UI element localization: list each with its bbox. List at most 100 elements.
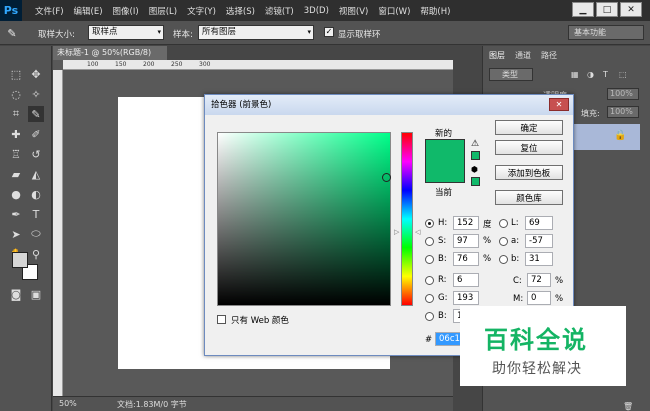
shape-filter-icon[interactable]: ⬚	[619, 70, 627, 79]
crop-icon[interactable]: ⌗	[8, 106, 24, 122]
close-window-button[interactable]: ✕	[620, 2, 642, 17]
menu-file[interactable]: 文件(F)	[30, 5, 69, 17]
pen-icon[interactable]: ✒	[8, 206, 24, 222]
move-icon[interactable]: ✥	[28, 66, 44, 82]
warning-icon[interactable]: ⚠	[471, 139, 479, 149]
radio-l[interactable]	[499, 219, 508, 228]
workspace-select[interactable]: 基本功能	[568, 25, 644, 40]
menu-image[interactable]: 图像(I)	[108, 5, 144, 17]
reset-button[interactable]: 复位	[495, 140, 563, 155]
ruler-tick: 150	[115, 61, 127, 68]
image-filter-icon[interactable]: ▦	[571, 70, 579, 79]
menu-filter[interactable]: 滤镜(T)	[260, 5, 299, 17]
shape-icon[interactable]: ⬭	[28, 226, 44, 242]
g-label: G:	[438, 293, 448, 303]
stamp-icon[interactable]: ♖	[8, 146, 24, 162]
radio-s[interactable]	[425, 237, 434, 246]
menu-type[interactable]: 文字(Y)	[182, 5, 221, 17]
fill-field[interactable]: 100%	[607, 106, 639, 118]
path-select-icon[interactable]: ➤	[8, 226, 24, 242]
s-unit: %	[483, 236, 492, 246]
web-safe-swatch[interactable]	[471, 177, 480, 186]
document-tab[interactable]: 未标题-1 @ 50%(RGB/8)	[53, 46, 167, 60]
r-label: R:	[438, 275, 447, 285]
menu-3d[interactable]: 3D(D)	[299, 6, 334, 16]
blur-icon[interactable]: ●	[8, 186, 24, 202]
eyedropper-icon[interactable]: ✎	[4, 25, 20, 41]
a-channel-input[interactable]: -57	[525, 234, 553, 248]
tab-paths[interactable]: 路径	[541, 50, 557, 62]
radio-a[interactable]	[499, 237, 508, 246]
hue-slider[interactable]	[401, 132, 413, 306]
screen-mode-icon[interactable]: ▣	[28, 286, 44, 302]
radio-b[interactable]	[425, 255, 434, 264]
l-label: L:	[511, 218, 519, 228]
dialog-close-button[interactable]: ✕	[549, 98, 569, 111]
cyan-input[interactable]: 72	[527, 273, 551, 287]
layer-kind-select[interactable]: 类型	[489, 68, 533, 81]
menu-help[interactable]: 帮助(H)	[415, 5, 455, 17]
tab-layers[interactable]: 图层	[489, 50, 505, 62]
quick-mask-icon[interactable]: ◙	[8, 286, 24, 302]
dodge-icon[interactable]: ◐	[28, 186, 44, 202]
marquee-icon[interactable]: ⬚	[8, 66, 24, 82]
zoom-level[interactable]: 50%	[59, 399, 77, 408]
hue-slider-left-arrow-icon[interactable]: ▷	[394, 228, 399, 236]
dialog-title: 拾色器 (前景色)	[205, 95, 573, 115]
radio-g[interactable]	[425, 294, 434, 303]
color-field-cursor[interactable]	[382, 173, 391, 182]
hue-slider-right-arrow-icon[interactable]: ◁	[415, 228, 420, 236]
text-filter-icon[interactable]: T	[603, 70, 608, 79]
add-to-swatches-button[interactable]: 添加到色板	[495, 165, 563, 180]
maximize-button[interactable]: □	[596, 2, 618, 17]
lasso-icon[interactable]: ◌	[8, 86, 24, 102]
green-input[interactable]: 193	[453, 291, 479, 305]
ok-button[interactable]: 确定	[495, 120, 563, 135]
current-color-swatch[interactable]	[425, 161, 465, 183]
web-only-checkbox[interactable]	[217, 315, 226, 324]
sample-select[interactable]: 所有图层 ▾	[198, 25, 314, 40]
color-libraries-button[interactable]: 颜色库	[495, 190, 563, 205]
eraser-icon[interactable]: ▰	[8, 166, 24, 182]
menu-window[interactable]: 窗口(W)	[373, 5, 415, 17]
eyedropper-tool-icon[interactable]: ✎	[28, 106, 44, 122]
menu-bar: Ps 文件(F) 编辑(E) 图像(I) 图层(L) 文字(Y) 选择(S) 滤…	[0, 0, 650, 21]
magenta-input[interactable]: 0	[527, 291, 551, 305]
sample-size-select[interactable]: 取样点 ▾	[88, 25, 164, 40]
web-cube-icon[interactable]: ⬢	[471, 165, 478, 174]
opacity-field[interactable]: 100%	[607, 88, 639, 100]
adjust-filter-icon[interactable]: ◑	[587, 70, 594, 79]
hue-input[interactable]: 152	[453, 216, 479, 230]
saturation-brightness-field[interactable]	[217, 132, 391, 306]
brush-icon[interactable]: ✐	[28, 126, 44, 142]
text-tool-icon[interactable]: T	[28, 206, 44, 222]
trash-icon[interactable]: 🗑	[623, 402, 633, 411]
menu-select[interactable]: 选择(S)	[221, 5, 260, 17]
tab-channels[interactable]: 通道	[515, 50, 531, 62]
radio-rgb-b[interactable]	[425, 312, 434, 321]
zoom-icon[interactable]: ⚲	[28, 246, 44, 262]
radio-h[interactable]	[425, 219, 434, 228]
b-channel-input[interactable]: 31	[525, 252, 553, 266]
lightness-input[interactable]: 69	[525, 216, 553, 230]
red-input[interactable]: 6	[453, 273, 479, 287]
gamut-swatch[interactable]	[471, 151, 480, 160]
radio-r[interactable]	[425, 276, 434, 285]
brightness-input[interactable]: 76	[453, 252, 479, 266]
saturation-input[interactable]: 97	[453, 234, 479, 248]
magic-wand-icon[interactable]: ✧	[28, 86, 44, 102]
healing-icon[interactable]: ✚	[8, 126, 24, 142]
sample-size-label: 取样大小:	[38, 30, 75, 40]
history-brush-icon[interactable]: ↺	[28, 146, 44, 162]
rgb-b-label: B:	[438, 311, 447, 321]
ruler-tick: 100	[87, 61, 99, 68]
radio-lab-b[interactable]	[499, 255, 508, 264]
menu-edit[interactable]: 编辑(E)	[69, 5, 108, 17]
show-ring-checkbox[interactable]: ✓	[324, 27, 334, 37]
bucket-icon[interactable]: ◭	[28, 166, 44, 182]
watermark-logo: 百科全说 助你轻松解决	[460, 306, 626, 386]
menu-layer[interactable]: 图层(L)	[144, 5, 182, 17]
minimize-button[interactable]: ▁	[572, 2, 594, 17]
foreground-color-swatch[interactable]	[12, 252, 28, 268]
menu-view[interactable]: 视图(V)	[334, 5, 373, 17]
